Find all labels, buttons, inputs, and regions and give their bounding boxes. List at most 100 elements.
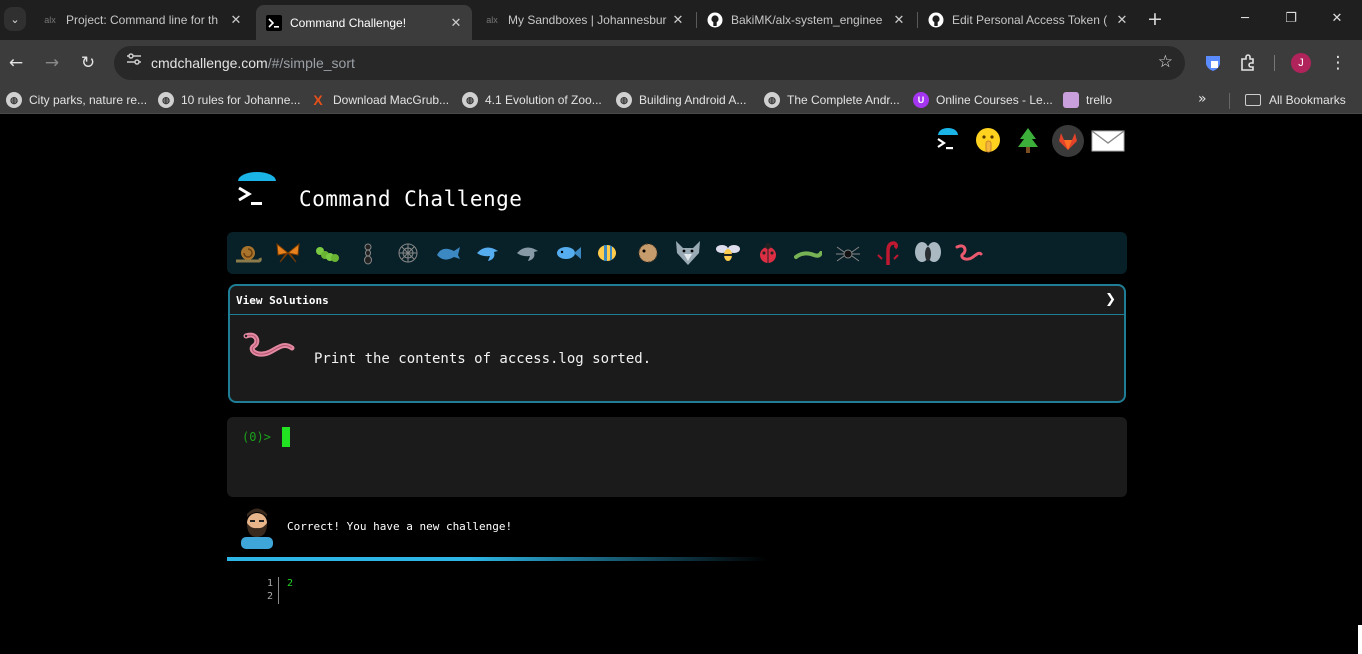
level-ant-icon[interactable] [353,239,383,267]
bookmark-item[interactable]: ◍ The Complete Andr... [764,91,900,109]
tab-project[interactable]: alx Project: Command line for th ✕ [32,4,252,36]
bookmarks-bar: ◍ City parks, nature re... ◍ 10 rules for … [0,86,1362,114]
bookmark-label: Building Android A... [639,93,747,107]
shell-prompt: (0)> [242,430,271,444]
close-icon[interactable]: ✕ [446,15,466,31]
level-snail-icon[interactable] [233,239,263,267]
bookmark-item[interactable]: ◍ 4.1 Evolution of Zoo... [462,91,602,109]
level-fly-icon[interactable] [913,239,943,267]
alx-icon: alx [486,15,498,25]
level-dolphin-icon[interactable] [473,239,503,267]
terminal-input[interactable]: (0)> [227,417,1127,497]
status-message: Correct! You have a new challenge! [287,520,513,533]
level-lizard-icon[interactable] [793,239,823,267]
top-nav-icons [928,123,1128,159]
mail-icon[interactable] [1088,123,1128,159]
line-number-gutter: 1 2 [263,577,273,603]
page-content: Command Challenge View Solutions ❯ Print… [0,115,1362,654]
level-worm-icon[interactable] [953,239,983,267]
bookmark-item[interactable]: ◍ 10 rules for Johanne... [158,91,300,109]
chevron-right-icon[interactable]: ❯ [1105,292,1116,307]
profile-avatar[interactable]: J [1291,53,1311,73]
globe-icon: ◍ [764,92,780,108]
globe-icon: ◍ [158,92,174,108]
bookmark-label: Online Courses - Le... [936,93,1053,107]
x-icon: X [313,92,323,108]
challenge-description: Print the contents of access.log sorted. [314,351,652,367]
level-bee-icon[interactable] [713,239,743,267]
back-button[interactable]: ← [4,51,28,75]
level-scorpion-icon[interactable] [873,239,903,267]
level-caterpillar-icon[interactable] [313,239,343,267]
tab-command-challenge[interactable]: Command Challenge! ✕ [256,5,472,40]
bookmark-label: Download MacGrub... [333,93,450,107]
close-window-button[interactable]: ✕ [1314,6,1360,32]
level-ladybug-icon[interactable] [753,239,783,267]
minimize-button[interactable]: ─ [1222,6,1268,32]
shield-extension-icon[interactable] [1203,53,1223,73]
worm-icon [240,330,298,370]
address-bar[interactable]: cmdchallenge.com/#/simple_sort ☆ [114,46,1185,80]
tab-github-token[interactable]: Edit Personal Access Token ( ✕ [918,4,1138,36]
udemy-icon: U [913,92,929,108]
url-host: cmdchallenge.com [151,55,268,71]
line-number: 2 [266,591,273,602]
level-fish-icon[interactable] [553,239,583,267]
view-solutions-toggle[interactable]: View Solutions ❯ [230,286,1124,315]
all-bookmarks-label: All Bookmarks [1269,93,1346,107]
output-divider [227,557,767,561]
close-icon[interactable]: ✕ [1112,12,1132,28]
all-bookmarks-button[interactable]: All Bookmarks [1245,91,1346,109]
tab-search-button[interactable]: ⌄ [4,7,26,31]
level-whale-icon[interactable] [433,239,463,267]
bookmark-item[interactable]: X Download MacGrub... [310,91,449,109]
tab-sandboxes[interactable]: alx My Sandboxes | Johannesbur ✕ [474,4,694,36]
bookmark-label: 10 rules for Johanne... [181,93,301,107]
level-wolf-icon[interactable] [673,239,703,267]
browser-menu-icon[interactable]: ⋮ [1326,51,1350,75]
globe-icon: ◍ [616,92,632,108]
level-dolphin-gray-icon[interactable] [513,239,543,267]
restore-button[interactable]: ❐ [1268,6,1314,32]
terminal-icon [266,14,282,31]
url-text[interactable]: cmdchallenge.com/#/simple_sort [151,55,355,71]
bookmark-label: The Complete Andr... [787,93,900,107]
close-icon[interactable]: ✕ [668,12,688,28]
tree-icon[interactable] [1008,123,1048,159]
bookmark-item[interactable]: U Online Courses - Le... [913,91,1053,109]
level-tropical-fish-icon[interactable] [593,239,623,267]
url-path: /#/simple_sort [267,55,355,71]
browser-toolbar: ← → ↻ cmdchallenge.com/#/simple_sort ☆ J… [0,40,1362,86]
gitlab-icon[interactable] [1048,123,1088,159]
reload-button[interactable]: ↻ [76,51,100,75]
bookmark-item[interactable]: ◍ Building Android A... [616,91,746,109]
level-web-icon[interactable] [393,239,423,267]
tab-github-repo[interactable]: BakiMK/alx-system_enginee ✕ [697,4,915,36]
level-blowfish-icon[interactable] [633,239,663,267]
folder-icon [1245,94,1261,106]
bookmark-star-icon[interactable]: ☆ [1158,52,1173,72]
bookmarks-divider [1229,93,1230,109]
tab-title: Project: Command line for th [66,13,219,27]
alx-icon: alx [44,15,56,25]
bookmark-item[interactable]: ◍ City parks, nature re... [6,91,147,109]
bookmark-label: trello [1086,93,1113,107]
bookmark-item[interactable]: trello [1063,91,1112,109]
terminal-logo-icon[interactable] [928,123,968,159]
forward-button[interactable]: → [40,51,64,75]
globe-icon: ◍ [6,92,22,108]
extensions-icon[interactable] [1238,53,1258,73]
globe-icon: ◍ [462,92,478,108]
more-bookmarks-icon[interactable]: » [1198,91,1207,107]
page-title: Command Challenge [299,187,523,211]
level-butterfly-icon[interactable] [273,239,303,267]
site-info-icon[interactable] [122,51,146,75]
close-icon[interactable]: ✕ [889,12,909,28]
challenge-progress-bar [227,232,1127,274]
level-spider-icon[interactable] [833,239,863,267]
text-cursor [282,427,290,447]
new-tab-button[interactable]: + [1146,8,1164,30]
bookmark-label: 4.1 Evolution of Zoo... [485,93,602,107]
close-icon[interactable]: ✕ [226,12,246,28]
shush-face-icon[interactable] [968,123,1008,159]
